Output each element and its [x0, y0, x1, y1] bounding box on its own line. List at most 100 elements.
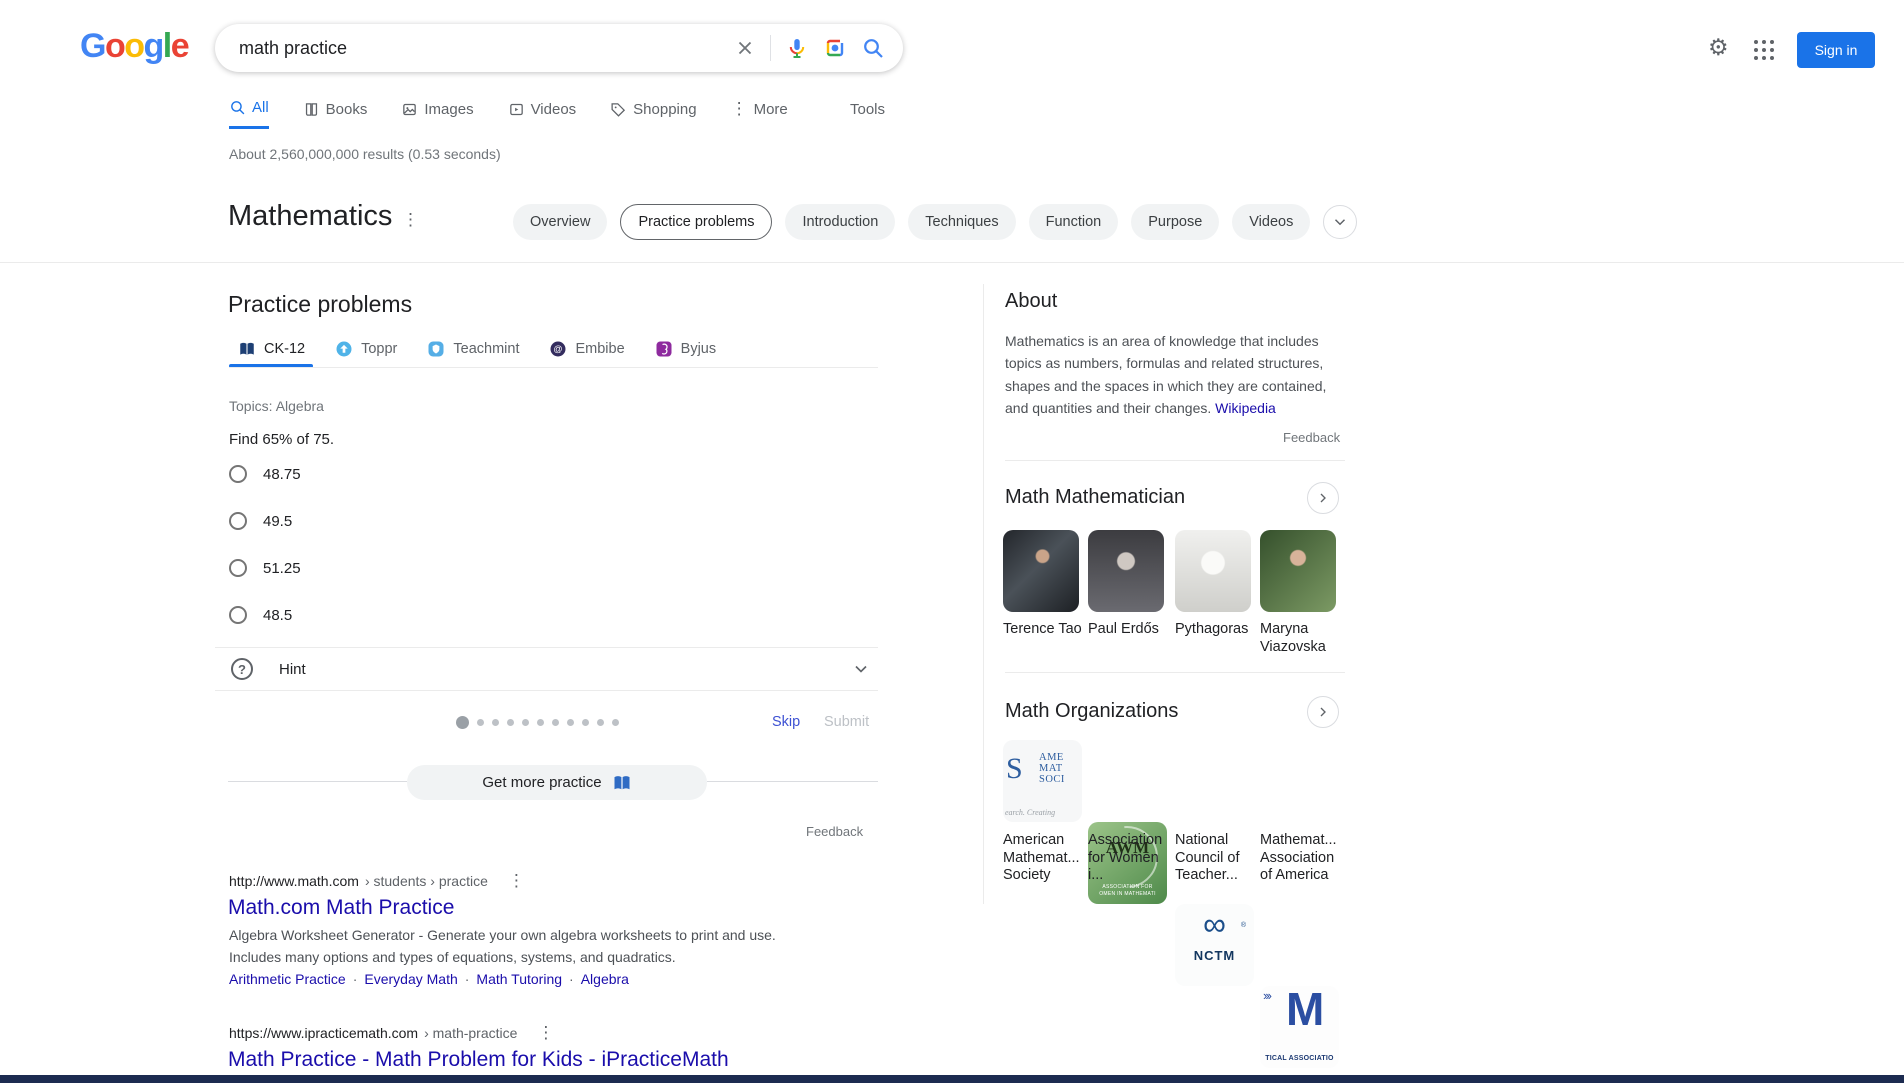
- wikipedia-link[interactable]: Wikipedia: [1215, 400, 1276, 416]
- mathematician-name[interactable]: Terence Tao: [1003, 620, 1085, 638]
- google-serp: Google: [0, 0, 1904, 1083]
- chip-overview[interactable]: Overview: [513, 204, 607, 240]
- sitelink[interactable]: Algebra: [581, 971, 629, 987]
- provider-tab-teachmint[interactable]: Teachmint: [427, 340, 519, 358]
- radio-icon[interactable]: [229, 512, 247, 530]
- answer-option[interactable]: 48.75: [229, 465, 301, 483]
- pagination-dot[interactable]: [522, 719, 529, 726]
- chip-purpose[interactable]: Purpose: [1131, 204, 1219, 240]
- tab-videos[interactable]: Videos: [508, 99, 577, 129]
- book-icon: [612, 773, 632, 793]
- sitelink[interactable]: Everyday Math: [364, 971, 457, 987]
- settings-icon[interactable]: ⚙: [1708, 36, 1729, 59]
- result-url[interactable]: https://www.ipracticemath.com › math-pra…: [229, 1023, 554, 1043]
- logo-american-mathematical-society[interactable]: S AME MAT SOCI earch. Creating: [1003, 740, 1082, 822]
- answer-option[interactable]: 48.5: [229, 606, 292, 624]
- pagination-dot[interactable]: [552, 719, 559, 726]
- byjus-icon: [655, 340, 673, 358]
- chip-techniques[interactable]: Techniques: [908, 204, 1015, 240]
- feedback-link[interactable]: Feedback: [1283, 430, 1340, 445]
- organizations-more-button[interactable]: [1307, 696, 1339, 728]
- tab-shopping[interactable]: Shopping: [610, 99, 696, 129]
- sitelink[interactable]: Arithmetic Practice: [229, 971, 346, 987]
- get-more-practice-button[interactable]: Get more practice: [407, 765, 707, 800]
- search-submit-icon[interactable]: [861, 36, 885, 60]
- search-icon: [229, 99, 246, 116]
- pagination-dot[interactable]: [477, 719, 484, 726]
- tab-all[interactable]: All: [229, 99, 269, 129]
- svg-text:@: @: [554, 344, 563, 354]
- pagination-dot[interactable]: [582, 719, 589, 726]
- skip-button[interactable]: Skip: [772, 714, 800, 730]
- answer-option[interactable]: 51.25: [229, 559, 301, 577]
- photo-maryna-viazovska[interactable]: [1260, 530, 1336, 612]
- sitelink[interactable]: Math Tutoring: [476, 971, 562, 987]
- hint-divider-bottom: [215, 690, 878, 691]
- voice-search-icon[interactable]: [785, 36, 809, 60]
- logo-letter: o: [105, 27, 124, 65]
- logo-nctm[interactable]: ∞ ® NCTM: [1175, 904, 1254, 986]
- panel-section-divider: [1005, 460, 1345, 461]
- answer-option[interactable]: 49.5: [229, 512, 292, 530]
- chip-videos[interactable]: Videos: [1232, 204, 1310, 240]
- provider-tab-toppr[interactable]: Toppr: [335, 340, 397, 358]
- provider-tab-embibe[interactable]: @ Embibe: [549, 340, 624, 358]
- photo-terence-tao[interactable]: [1003, 530, 1079, 612]
- chip-function[interactable]: Function: [1029, 204, 1119, 240]
- result-url[interactable]: http://www.math.com › students › practic…: [229, 871, 525, 891]
- result-title[interactable]: Math.com Math Practice: [228, 896, 454, 920]
- mathematician-name[interactable]: Pythagoras: [1175, 620, 1257, 638]
- pagination-dot[interactable]: [567, 719, 574, 726]
- radio-icon[interactable]: [229, 465, 247, 483]
- pagination-dot-active[interactable]: [456, 716, 469, 729]
- photo-paul-erdos[interactable]: [1088, 530, 1164, 612]
- pagination-dot[interactable]: [507, 719, 514, 726]
- sign-in-button[interactable]: Sign in: [1797, 32, 1875, 68]
- organization-name[interactable]: National Council of Teacher...: [1175, 832, 1259, 885]
- search-box[interactable]: [215, 24, 903, 72]
- chip-practice-problems[interactable]: Practice problems: [620, 204, 772, 240]
- pagination-dot[interactable]: [537, 719, 544, 726]
- pagination-dot[interactable]: [492, 719, 499, 726]
- pagination-dot[interactable]: [612, 719, 619, 726]
- mathematician-name[interactable]: Paul Erdős: [1088, 620, 1170, 638]
- pagination-dot[interactable]: [597, 719, 604, 726]
- tools-button[interactable]: Tools: [850, 101, 885, 118]
- mathematicians-heading: Math Mathematician: [1005, 486, 1185, 509]
- radio-icon[interactable]: [229, 559, 247, 577]
- tab-books[interactable]: Books: [303, 99, 368, 129]
- more-vert-icon: ⋮: [731, 99, 748, 119]
- search-input[interactable]: [239, 38, 734, 59]
- mathematicians-more-button[interactable]: [1307, 482, 1339, 514]
- chips-expand-button[interactable]: [1323, 205, 1357, 239]
- apps-grid-icon[interactable]: [1754, 40, 1774, 60]
- organization-name[interactable]: Association for Women i...: [1088, 832, 1172, 885]
- tab-images[interactable]: Images: [401, 99, 473, 129]
- organization-name[interactable]: Mathemat... Association of America: [1260, 832, 1344, 885]
- organization-name[interactable]: American Mathemat... Society: [1003, 832, 1087, 885]
- feedback-link[interactable]: Feedback: [806, 824, 863, 839]
- result-overflow-icon[interactable]: ⋮: [537, 1023, 554, 1043]
- chevron-down-icon: [851, 659, 871, 679]
- result-title[interactable]: Math Practice - Math Problem for Kids - …: [228, 1048, 729, 1072]
- entity-overflow-icon[interactable]: ⋮: [402, 210, 419, 230]
- provider-tab-ck12[interactable]: CK-12: [238, 340, 305, 358]
- lens-camera-icon[interactable]: [823, 36, 847, 60]
- help-icon: ?: [231, 658, 253, 680]
- chip-introduction[interactable]: Introduction: [785, 204, 895, 240]
- radio-icon[interactable]: [229, 606, 247, 624]
- about-text: Mathematics is an area of knowledge that…: [1005, 330, 1326, 420]
- google-logo[interactable]: Google: [80, 27, 188, 66]
- logo-letter: o: [124, 27, 143, 65]
- result-sitelinks: Arithmetic Practice · Everyday Math · Ma…: [229, 971, 629, 987]
- photo-pythagoras[interactable]: [1175, 530, 1251, 612]
- clear-icon[interactable]: [734, 37, 756, 59]
- video-icon: [508, 101, 525, 118]
- tab-more[interactable]: ⋮ More: [731, 99, 788, 129]
- provider-tab-byjus[interactable]: Byjus: [655, 340, 716, 358]
- mathematician-name[interactable]: Maryna Viazovska: [1260, 620, 1342, 656]
- hint-expander[interactable]: ? Hint: [231, 655, 871, 683]
- logo-maa[interactable]: ››› M TICAL ASSOCIATIO: [1260, 986, 1339, 1068]
- submit-button[interactable]: Submit: [824, 714, 869, 730]
- result-overflow-icon[interactable]: ⋮: [508, 871, 525, 891]
